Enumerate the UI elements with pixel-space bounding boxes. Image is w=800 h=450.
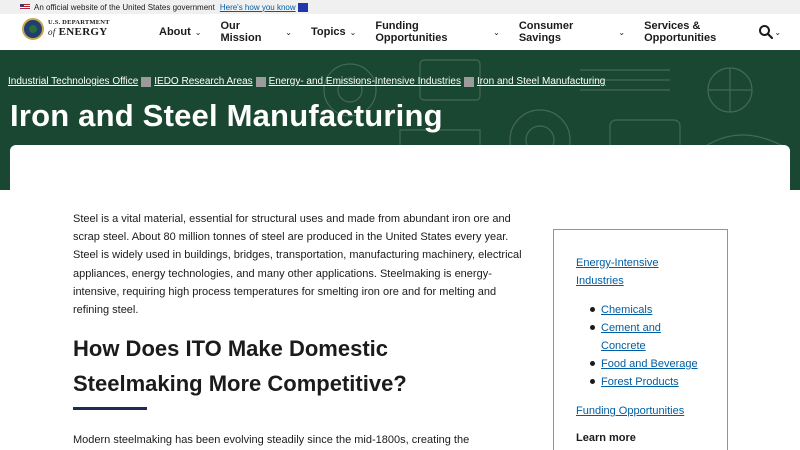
nav-about[interactable]: About ⌄	[159, 26, 201, 38]
heading-underline	[73, 407, 147, 410]
breadcrumb-link-ito[interactable]: Industrial Technologies Office	[8, 76, 138, 87]
search-icon	[759, 25, 774, 40]
nav-our-mission-label: Our Mission	[220, 20, 262, 44]
sidebar-link-food-beverage[interactable]: Food and Beverage	[601, 358, 698, 370]
search-button[interactable]	[758, 24, 774, 40]
sidebar-item-chemicals: Chemicals	[590, 301, 701, 319]
intro-paragraph: Steel is a vital material, essential for…	[73, 213, 522, 317]
nav-topics[interactable]: Topics ⌄	[311, 26, 356, 38]
body-paragraph: Modern steelmaking has been evolving ste…	[73, 434, 470, 446]
chevron-down-icon: ⌄	[618, 27, 626, 37]
sidebar-learn-more-heading: Learn more	[576, 432, 636, 444]
sidebar-item-cement-concrete: Cement and Concrete	[590, 319, 701, 355]
breadcrumb-separator-icon	[255, 76, 266, 87]
logo-line2: of ENERGY	[48, 25, 110, 38]
gov-banner: An official website of the United States…	[0, 0, 800, 14]
banner-expand-icon[interactable]	[297, 2, 308, 12]
related-sidebar: Energy-Intensive Industries Chemicals Ce…	[553, 229, 728, 450]
logo-line2-main: ENERGY	[58, 25, 108, 38]
breadcrumb: Industrial Technologies Office IEDO Rese…	[8, 76, 605, 87]
sidebar-list: Chemicals Cement and Concrete Food and B…	[590, 301, 701, 391]
breadcrumb-link-energy-intensive[interactable]: Energy- and Emissions-Intensive Industri…	[269, 76, 461, 87]
nav-consumer-savings[interactable]: Consumer Savings ⌄	[519, 20, 625, 44]
breadcrumb-separator-icon	[463, 76, 474, 87]
sidebar-link-forest-products[interactable]: Forest Products	[601, 376, 679, 388]
chevron-down-icon: ⌄	[194, 27, 202, 37]
breadcrumb-separator-icon	[141, 76, 152, 87]
breadcrumb-link-iedo-research[interactable]: IEDO Research Areas	[154, 76, 252, 87]
doe-seal-icon	[22, 18, 44, 40]
sidebar-link-funding-opportunities[interactable]: Funding Opportunities	[576, 402, 684, 420]
sidebar-link-energy-intensive-industries[interactable]: Energy-Intensive Industries	[576, 254, 686, 290]
nav-topics-label: Topics	[311, 26, 346, 38]
sidebar-item-food-beverage: Food and Beverage	[590, 355, 701, 373]
logo-text: U.S. DEPARTMENT of ENERGY	[48, 20, 110, 38]
chevron-down-icon: ⌄	[285, 27, 292, 37]
chevron-down-icon: ⌄	[774, 27, 782, 37]
chevron-down-icon: ⌄	[493, 27, 500, 37]
site-header: U.S. DEPARTMENT of ENERGY About ⌄ Our Mis…	[0, 14, 800, 50]
nav-funding-opportunities[interactable]: Funding Opportunities ⌄	[375, 20, 499, 44]
doe-logo[interactable]: U.S. DEPARTMENT of ENERGY	[22, 18, 110, 40]
nav-consumer-savings-label: Consumer Savings	[518, 20, 574, 44]
logo-line2-prefix: of	[48, 26, 56, 37]
gov-banner-text: An official website of the United States…	[34, 2, 215, 12]
chevron-down-icon: ⌄	[349, 27, 357, 37]
nav-our-mission[interactable]: Our Mission ⌄	[220, 20, 292, 44]
nav-about-label: About	[159, 26, 191, 38]
heres-how-you-know-link[interactable]: Here's how you know	[220, 3, 296, 12]
sidebar-link-chemicals[interactable]: Chemicals	[601, 304, 652, 316]
nav-services-label: Services & Opportunities	[644, 20, 717, 44]
nav-funding-label: Funding Opportunities	[375, 20, 448, 44]
section-heading: How Does ITO Make Domestic Steelmaking M…	[73, 336, 407, 396]
sidebar-link-cement-concrete[interactable]: Cement and Concrete	[601, 322, 661, 352]
breadcrumb-link-iron-steel[interactable]: Iron and Steel Manufacturing	[477, 76, 605, 87]
sidebar-item-forest-products: Forest Products	[590, 373, 701, 391]
main-nav: About ⌄ Our Mission ⌄ Topics ⌄ Funding Oppo…	[159, 14, 800, 50]
page-title: Iron and Steel Manufacturing	[10, 98, 443, 133]
us-flag-icon	[20, 4, 30, 10]
